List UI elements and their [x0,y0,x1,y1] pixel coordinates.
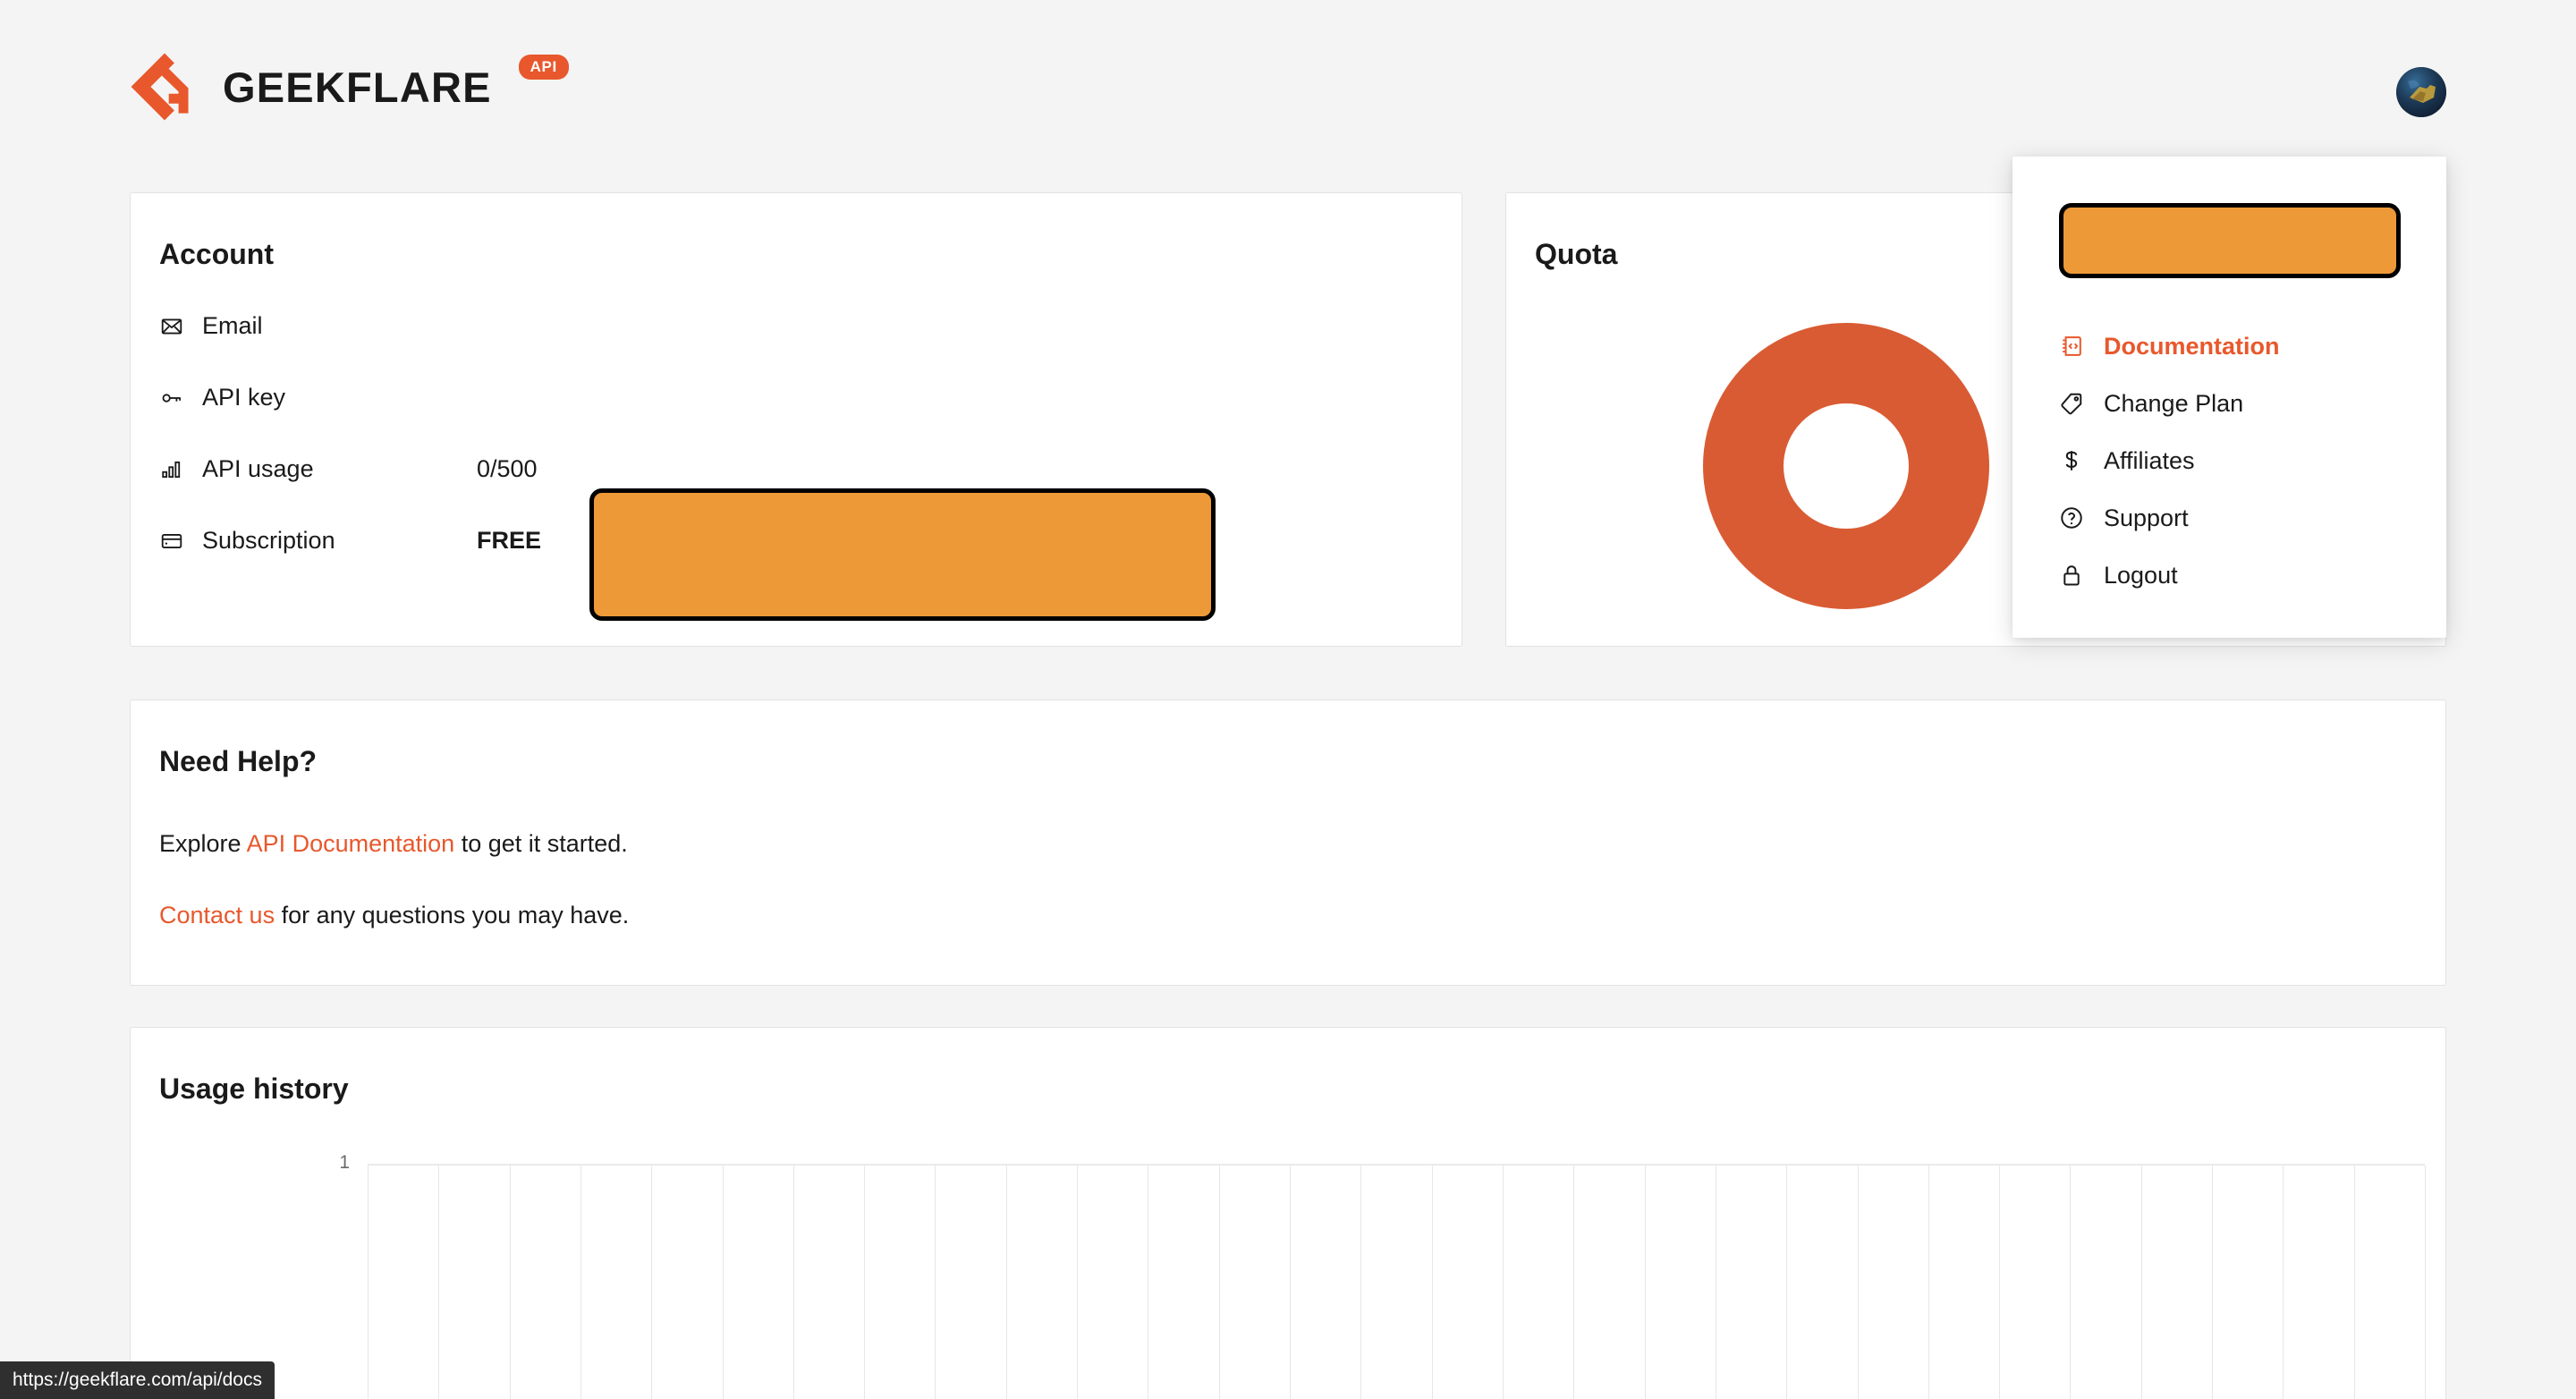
account-card: Account Email API key API usage 0/500 Su… [130,192,1462,812]
help-text-line-1: Explore API Documentation to get it star… [159,829,628,858]
chart-vertical-gridline [2212,1166,2213,1399]
menu-item-affiliates[interactable]: Affiliates [2012,432,2446,489]
avatar[interactable] [2396,67,2446,117]
chart-vertical-gridline [1290,1166,1291,1399]
help-line-2-suffix: for any questions you may have. [275,902,630,928]
help-line-1-suffix: to get it started. [454,830,628,857]
chart-vertical-gridline [1006,1166,1007,1399]
chart-baseline-gridline [368,1164,2425,1166]
menu-item-documentation-label: Documentation [2104,332,2280,360]
contact-us-link[interactable]: Contact us [159,902,275,928]
chart-vertical-gridline [935,1166,936,1399]
status-bar-url: https://geekflare.com/api/docs [0,1361,275,1399]
menu-item-change-plan-label: Change Plan [2104,389,2244,417]
geekflare-logo-icon [130,52,199,122]
chart-vertical-gridline [2141,1166,2142,1399]
code-document-icon [2059,334,2084,359]
menu-item-documentation[interactable]: Documentation [2012,318,2446,375]
chart-vertical-gridline [1360,1166,1361,1399]
usage-history-card-title: Usage history [159,1073,349,1105]
page-header: GEEKFLARE API [0,0,2576,161]
chart-vertical-gridline [1432,1166,1433,1399]
chart-vertical-gridline [793,1166,794,1399]
chart-vertical-gridline [1928,1166,1929,1399]
y-axis-tick-1: 1 [339,1152,350,1173]
account-row-apiusage-value: 0/500 [477,455,538,482]
quota-card-title: Quota [1535,238,1618,270]
menu-email-redaction [2058,203,2401,278]
tag-icon [2059,391,2084,416]
chart-vertical-gridline [1858,1166,1859,1399]
bar-chart-icon [159,457,183,481]
quota-donut-chart [1703,323,1989,609]
dollar-icon [2059,448,2084,473]
chart-vertical-gridline [1503,1166,1504,1399]
envelope-icon [159,314,183,338]
account-row-subscription-value: FREE [477,527,542,554]
chart-vertical-gridline [1645,1166,1646,1399]
chart-vertical-gridline [2425,1166,2426,1399]
chart-vertical-gridline [2283,1166,2284,1399]
chart-vertical-gridline [1573,1166,1574,1399]
chart-vertical-gridline [1077,1166,1078,1399]
account-row-email-label-text: Email [202,312,263,339]
account-row-apikey-label: API key [159,381,477,411]
menu-item-affiliates-label: Affiliates [2104,446,2195,474]
menu-item-change-plan[interactable]: Change Plan [2012,375,2446,432]
chart-vertical-gridline [2070,1166,2071,1399]
chart-vertical-gridline [580,1166,581,1399]
account-row-email: Email [159,309,1411,381]
email-value-redaction [589,488,1216,621]
user-menu-item-list: Documentation Change Plan Affiliates Sup… [2012,318,2446,604]
usage-history-chart: 1 [131,1153,2447,1399]
chart-vertical-gridline [651,1166,652,1399]
account-row-apikey-label-text: API key [202,384,286,411]
need-help-card: Need Help? Explore API Documentation to … [130,700,2446,986]
api-badge: API [518,55,569,80]
account-row-apiusage-label-text: API usage [202,455,314,482]
account-row-email-label: Email [159,309,477,340]
chart-vertical-gridline [864,1166,865,1399]
account-row-apikey: API key [159,381,1411,453]
menu-item-logout-label: Logout [2104,561,2178,589]
chart-vertical-gridline [438,1166,439,1399]
usage-history-card: Usage history 1 [130,1027,2446,1399]
chart-vertical-gridline [510,1166,511,1399]
key-icon [159,386,183,410]
chart-plot-area [368,1164,2426,1399]
lock-icon [2059,563,2084,588]
account-card-title: Account [159,238,274,270]
help-line-1-prefix: Explore [159,830,247,857]
chart-vertical-gridline [1219,1166,1220,1399]
brand-name: GEEKFLARE [223,63,492,111]
menu-item-support-label: Support [2104,504,2189,531]
api-documentation-link[interactable]: API Documentation [247,830,455,857]
chart-vertical-gridline [723,1166,724,1399]
account-row-subscription-label-text: Subscription [202,527,335,554]
menu-item-support[interactable]: Support [2012,489,2446,547]
credit-card-icon [159,529,183,553]
account-row-subscription-label: Subscription [159,524,477,555]
need-help-card-title: Need Help? [159,745,318,777]
chart-vertical-gridline [368,1166,369,1399]
brand-logo[interactable]: GEEKFLARE API [130,52,569,122]
user-dropdown-menu: Documentation Change Plan Affiliates Sup… [2012,157,2446,638]
chart-vertical-gridline [1786,1166,1787,1399]
menu-item-logout[interactable]: Logout [2012,547,2446,604]
account-row-apiusage-label: API usage [159,453,477,483]
chart-vertical-gridline [1999,1166,2000,1399]
chart-vertical-gridline [2354,1166,2355,1399]
question-circle-icon [2059,505,2084,530]
help-text-line-2: Contact us for any questions you may hav… [159,901,629,929]
